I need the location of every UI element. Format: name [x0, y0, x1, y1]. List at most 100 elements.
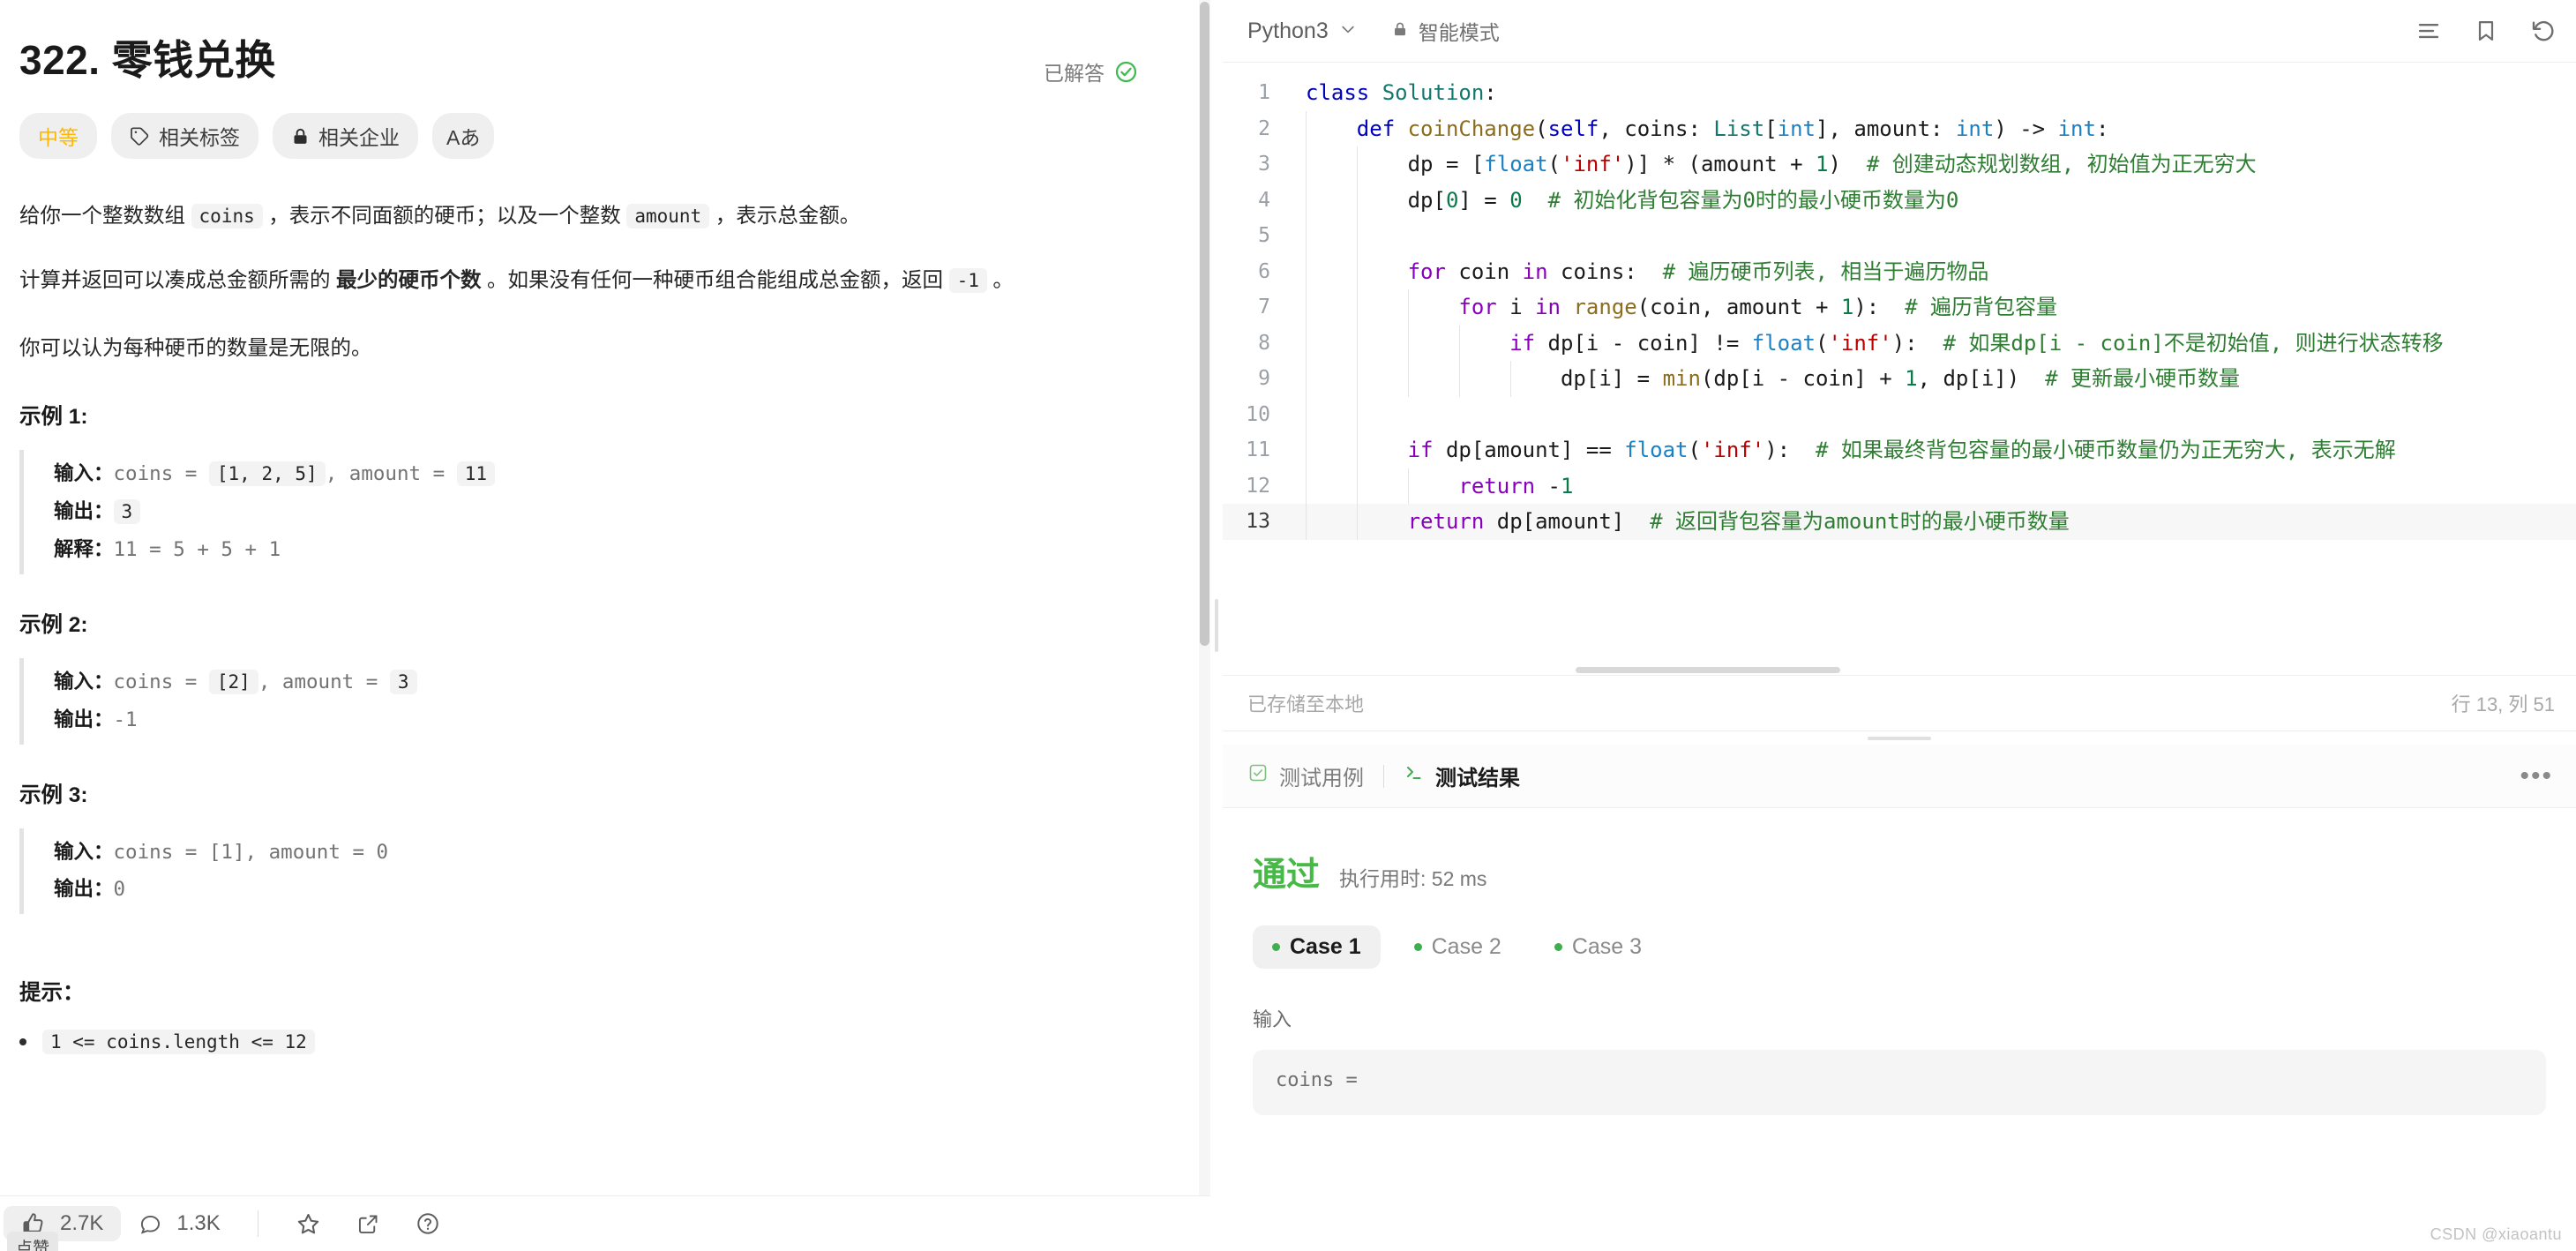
- help-button[interactable]: [398, 1206, 458, 1241]
- line-number: 2: [1258, 116, 1270, 140]
- tab-result[interactable]: 测试结果: [1404, 760, 1520, 791]
- help-icon: [416, 1211, 440, 1236]
- companies-label: 相关企业: [318, 126, 400, 149]
- problem-scroll-area[interactable]: 322. 零钱兑换 已解答 中等 相关标签 相关企业 Aあ 给你一个整数数组 c…: [0, 0, 1210, 1195]
- result-tabs: 测试用例 测试结果 •••: [1223, 745, 2576, 809]
- editor-status-bar: 已存储至本地 行 13, 列 51: [1223, 675, 2576, 730]
- p2-strong: 最少的硬币个数: [336, 268, 482, 292]
- description-paragraph-2: 计算并返回可以凑成总金额所需的 最少的硬币个数 。如果没有任何一种硬币组合能组成…: [19, 262, 1109, 298]
- code-editor-area[interactable]: 1 class Solution: 2 def coinChange(self,…: [1223, 63, 2576, 676]
- save-status: 已存储至本地: [1247, 693, 1365, 716]
- status-badge: 已解答: [1044, 56, 1138, 86]
- example-3-output: 输出：0: [54, 871, 1157, 909]
- input-mid: , amount =: [258, 670, 390, 693]
- code-line-text: if dp[amount] == float('inf'): # 如果最终背包容…: [1286, 432, 2576, 468]
- tab-testcase[interactable]: 测试用例: [1247, 760, 1364, 791]
- vertical-splitter[interactable]: [1210, 0, 1223, 1251]
- case-tab-1[interactable]: Case 1: [1253, 925, 1381, 970]
- code-line-text: [1286, 396, 2576, 432]
- bookmark-icon[interactable]: [2474, 19, 2498, 43]
- verdict-row: 通过 执行用时: 52 ms: [1253, 847, 2546, 895]
- companies-button[interactable]: 相关企业: [273, 113, 418, 159]
- language-selector[interactable]: Python3: [1247, 19, 1357, 44]
- code-line[interactable]: 9 dp[i] = min(dp[i - coin] + 1, dp[i]) #…: [1223, 361, 2576, 397]
- comment-button[interactable]: 1.3K: [121, 1206, 237, 1241]
- description-scrollbar[interactable]: [1199, 0, 1210, 1195]
- watermark: CSDN @xiaoantu: [2430, 1225, 2562, 1243]
- code-horizontal-scrollbar[interactable]: [1223, 666, 2576, 675]
- line-number: 13: [1246, 510, 1270, 533]
- tab-result-label: 测试结果: [1435, 767, 1520, 791]
- more-options-icon[interactable]: •••: [2520, 762, 2553, 790]
- example-1-block: 输入：coins = [1, 2, 5], amount = 11 输出： 3 解…: [19, 450, 1157, 574]
- like-tooltip: 点赞: [7, 1232, 59, 1251]
- solved-label: 已解答: [1044, 62, 1105, 85]
- reset-icon[interactable]: [2530, 18, 2557, 44]
- output-label: 输出：: [54, 500, 114, 523]
- difficulty-tag[interactable]: 中等: [19, 113, 97, 159]
- output-text: -1: [113, 708, 138, 731]
- input-code-amount: 3: [389, 669, 417, 694]
- code-line[interactable]: 7 for i in range(coin, amount + 1): # 遍历…: [1223, 289, 2576, 326]
- code-line[interactable]: 12 return -1: [1223, 468, 2576, 504]
- code-lines: 1 class Solution: 2 def coinChange(self,…: [1223, 75, 2576, 540]
- code-line[interactable]: 11 if dp[amount] == float('inf'): # 如果最终…: [1223, 432, 2576, 468]
- share-button[interactable]: [339, 1207, 398, 1241]
- line-number: 7: [1258, 296, 1270, 318]
- input-section-label: 输入: [1253, 1008, 1292, 1031]
- favorite-button[interactable]: [278, 1206, 339, 1242]
- smart-mode-button[interactable]: 智能模式: [1392, 16, 1500, 46]
- description-scrollbar-thumb[interactable]: [1200, 2, 1209, 646]
- topic-tags-button[interactable]: 相关标签: [111, 113, 258, 159]
- hints-title: 提示：: [19, 981, 85, 1006]
- status-dot-icon: [1413, 943, 1422, 952]
- description-paragraph-3: 你可以认为每种硬币的数量是无限的。: [19, 336, 372, 360]
- translate-button[interactable]: Aあ: [432, 113, 495, 159]
- code-horizontal-scrollbar-thumb[interactable]: [1576, 667, 1840, 674]
- share-icon: [356, 1212, 380, 1236]
- difficulty-label: 中等: [38, 126, 79, 149]
- list-item: 1 <= coins.length <= 12: [19, 1030, 1157, 1055]
- verdict-label: 通过: [1253, 857, 1321, 895]
- line-number: 4: [1258, 188, 1270, 212]
- example-1-output: 输出： 3: [54, 493, 1157, 531]
- input-label: 输入：: [54, 840, 114, 863]
- p2-text-c: 。: [986, 268, 1014, 292]
- code-line-text: if dp[i - coin] != float('inf'): # 如果dp[…: [1286, 325, 2576, 361]
- code-line[interactable]: 8 if dp[i - coin] != float('inf'): # 如果d…: [1223, 325, 2576, 361]
- output-plain: 0: [113, 878, 126, 902]
- inline-code-minus-one: -1: [948, 268, 987, 294]
- comment-icon: [139, 1212, 162, 1236]
- code-line[interactable]: 4 dp[0] = 0 # 初始化背包容量为0时的最小硬币数量为0: [1223, 182, 2576, 218]
- code-line-text: dp = [float('inf')] * (amount + 1) # 创建动…: [1286, 146, 2576, 183]
- line-number: 5: [1258, 224, 1270, 247]
- code-line[interactable]: 5: [1223, 218, 2576, 254]
- code-line[interactable]: 13 return dp[amount] # 返回背包容量为amount时的最小…: [1223, 504, 2576, 540]
- case-tab-3-label: Case 3: [1571, 934, 1643, 960]
- horizontal-splitter[interactable]: [1223, 730, 2576, 745]
- code-line-text: dp[0] = 0 # 初始化背包容量为0时的最小硬币数量为0: [1286, 182, 2576, 218]
- line-number: 8: [1258, 331, 1270, 355]
- result-body: 通过 执行用时: 52 ms Case 1 Case 2 Case 3 输入 c…: [1223, 808, 2576, 1251]
- example-1-input: 输入：coins = [1, 2, 5], amount = 11: [54, 455, 1157, 493]
- line-number: 11: [1246, 438, 1270, 461]
- problem-title-row: 322. 零钱兑换 已解答: [19, 35, 1157, 86]
- case-tab-2[interactable]: Case 2: [1395, 925, 1521, 969]
- problem-content: 给你一个整数数组 coins ，表示不同面额的硬币；以及一个整数 amount …: [19, 198, 1157, 1055]
- inline-code-coins: coins: [191, 204, 263, 228]
- format-icon[interactable]: [2415, 18, 2442, 44]
- description-paragraph-1: 给你一个整数数组 coins ，表示不同面额的硬币；以及一个整数 amount …: [19, 198, 1109, 234]
- star-icon: [296, 1211, 321, 1237]
- code-line[interactable]: 2 def coinChange(self, coins: List[int],…: [1223, 110, 2576, 146]
- language-label: Python3: [1247, 18, 1329, 43]
- lock-icon: [1392, 19, 1408, 43]
- lock-icon: [291, 126, 310, 146]
- output-label: 输出：: [54, 708, 114, 730]
- code-line[interactable]: 6 for coin in coins: # 遍历硬币列表, 相当于遍历物品: [1223, 253, 2576, 289]
- case-tab-3[interactable]: Case 3: [1535, 925, 1661, 969]
- code-line[interactable]: 1 class Solution:: [1223, 75, 2576, 111]
- code-line[interactable]: 10: [1223, 396, 2576, 432]
- input-value-box[interactable]: coins =: [1253, 1050, 2546, 1116]
- example-2-block: 输入：coins = [2], amount = 3 输出：-1: [19, 657, 1157, 745]
- code-line[interactable]: 3 dp = [float('inf')] * (amount + 1) # 创…: [1223, 146, 2576, 183]
